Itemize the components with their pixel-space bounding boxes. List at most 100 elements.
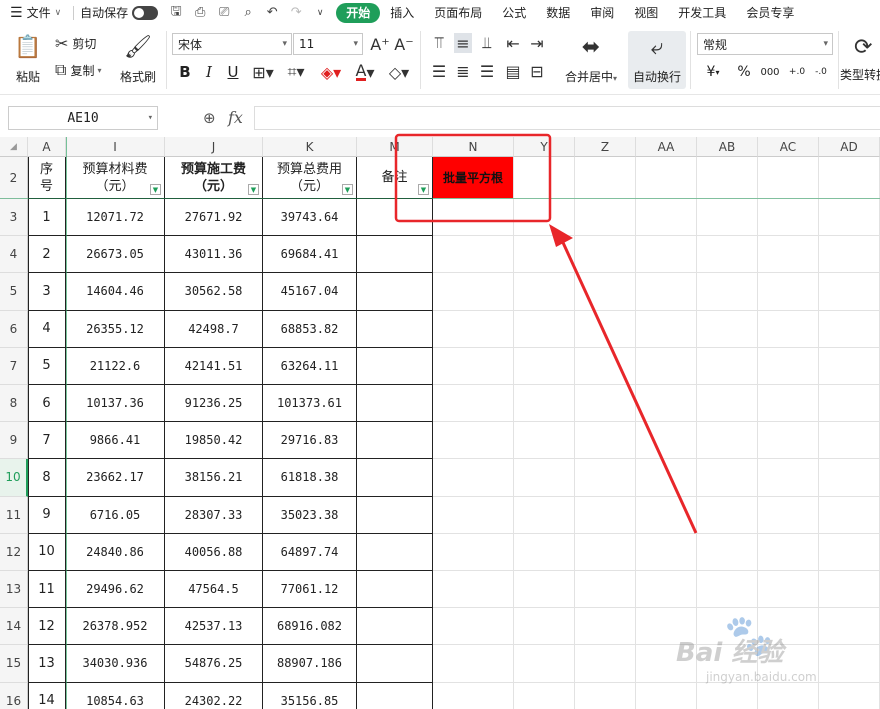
- grid-cell[interactable]: [697, 310, 758, 348]
- grid-cell[interactable]: [575, 682, 636, 709]
- table-cell[interactable]: 14: [28, 682, 66, 709]
- grid-cell[interactable]: [758, 571, 819, 609]
- grid-cell[interactable]: [636, 645, 697, 683]
- font-name-select[interactable]: 宋体 ▾: [172, 33, 292, 55]
- select-all-corner[interactable]: ◢: [0, 137, 28, 157]
- grid-cell[interactable]: [636, 199, 697, 237]
- border-icon[interactable]: ⊞▾: [250, 61, 276, 83]
- grid-cell[interactable]: [819, 422, 880, 460]
- column-header[interactable]: AC: [758, 137, 819, 157]
- grid-cell[interactable]: [758, 347, 819, 385]
- table-cell[interactable]: 88907.186: [263, 645, 357, 683]
- column-header[interactable]: J: [165, 137, 263, 157]
- grid-cell[interactable]: [636, 236, 697, 274]
- row-header[interactable]: 7: [0, 347, 28, 385]
- filter-dropdown-icon[interactable]: ▼: [248, 184, 259, 195]
- print-icon[interactable]: ⎚: [215, 5, 233, 21]
- undo-icon[interactable]: ↶: [263, 5, 281, 21]
- table-cell[interactable]: 9: [28, 496, 66, 534]
- table-cell[interactable]: 101373.61: [263, 385, 357, 423]
- grid-cell[interactable]: [758, 645, 819, 683]
- name-box[interactable]: AE10 ▾: [8, 106, 158, 130]
- note-cell[interactable]: [357, 533, 433, 571]
- column-header[interactable]: AA: [636, 137, 697, 157]
- increase-decimal-button[interactable]: +.0: [786, 61, 808, 83]
- type-convert-button[interactable]: ⟳ 类型转换: [840, 31, 880, 89]
- column-header[interactable]: I: [66, 137, 165, 157]
- row-header[interactable]: 13: [0, 571, 28, 609]
- tab-0[interactable]: 开始: [336, 2, 381, 23]
- tab-2[interactable]: 页面布局: [424, 3, 492, 23]
- grid-cell[interactable]: [697, 199, 758, 237]
- tab-4[interactable]: 数据: [536, 3, 580, 23]
- note-cell[interactable]: [357, 236, 433, 274]
- column-header[interactable]: K: [263, 137, 357, 157]
- align-top-icon[interactable]: ⫪: [430, 33, 448, 53]
- table-cell[interactable]: 91236.25: [165, 385, 263, 423]
- table-cell[interactable]: 14604.46: [66, 273, 165, 311]
- grid-cell[interactable]: [819, 459, 880, 497]
- grid-cell[interactable]: [433, 310, 514, 348]
- eraser-icon[interactable]: ◇▾: [386, 61, 412, 83]
- export-pdf-icon[interactable]: ⎙: [191, 5, 209, 21]
- row-header[interactable]: 3: [0, 199, 28, 237]
- row-header[interactable]: 2: [0, 157, 28, 199]
- tab-1[interactable]: 插入: [380, 3, 424, 23]
- grid-cell[interactable]: [636, 682, 697, 709]
- grid-cell[interactable]: [636, 533, 697, 571]
- grid-cell[interactable]: [697, 571, 758, 609]
- align-right-icon[interactable]: ☰: [478, 61, 496, 81]
- currency-button[interactable]: ¥ ▾: [700, 61, 726, 83]
- row-header[interactable]: 14: [0, 608, 28, 646]
- grid-cell[interactable]: [636, 157, 697, 199]
- autosave-toggle[interactable]: [132, 5, 159, 20]
- table-cell[interactable]: 68853.82: [263, 310, 357, 348]
- table-cell[interactable]: 61818.38: [263, 459, 357, 497]
- grid-cell[interactable]: [697, 682, 758, 709]
- grid-cell[interactable]: [575, 347, 636, 385]
- table-cell[interactable]: 77061.12: [263, 571, 357, 609]
- table-cell[interactable]: 29496.62: [66, 571, 165, 609]
- table-cell[interactable]: 24840.86: [66, 533, 165, 571]
- grid-cell[interactable]: [697, 496, 758, 534]
- grid-cell[interactable]: [514, 236, 575, 274]
- cut-button[interactable]: ✂ 剪切: [55, 33, 96, 53]
- grid-cell[interactable]: [514, 310, 575, 348]
- grid-cell[interactable]: [433, 236, 514, 274]
- row-header[interactable]: 12: [0, 533, 28, 571]
- table-cell[interactable]: 28307.33: [165, 496, 263, 534]
- align-bottom-icon[interactable]: ⫫: [478, 33, 496, 53]
- grid-cell[interactable]: [636, 496, 697, 534]
- grid-cell[interactable]: [758, 682, 819, 709]
- table-cell[interactable]: 7: [28, 422, 66, 460]
- column-header[interactable]: A: [28, 137, 66, 157]
- table-cell[interactable]: 9866.41: [66, 422, 165, 460]
- grid-cell[interactable]: [697, 459, 758, 497]
- tab-6[interactable]: 视图: [624, 3, 668, 23]
- align-middle-icon[interactable]: ≡: [454, 33, 472, 53]
- grid-cell[interactable]: [758, 157, 819, 199]
- table-cell[interactable]: 30562.58: [165, 273, 263, 311]
- table-cell[interactable]: 26378.952: [66, 608, 165, 646]
- decrease-font-icon[interactable]: A⁻: [394, 33, 414, 55]
- grid-cell[interactable]: [758, 199, 819, 237]
- grid-cell[interactable]: [575, 459, 636, 497]
- note-cell[interactable]: [357, 608, 433, 646]
- save-icon[interactable]: 🖫: [167, 4, 185, 21]
- table-cell[interactable]: 3: [28, 273, 66, 311]
- table-cell[interactable]: 23662.17: [66, 459, 165, 497]
- table-cell[interactable]: 40056.88: [165, 533, 263, 571]
- grid-cell[interactable]: [514, 533, 575, 571]
- grid-cell[interactable]: [697, 385, 758, 423]
- column-header[interactable]: AD: [819, 137, 880, 157]
- percent-button[interactable]: %: [734, 61, 754, 83]
- table-cell[interactable]: 13: [28, 645, 66, 683]
- increase-font-icon[interactable]: A⁺: [370, 33, 390, 55]
- grid-cell[interactable]: [697, 422, 758, 460]
- grid-cell[interactable]: [575, 199, 636, 237]
- table-cell[interactable]: 45167.04: [263, 273, 357, 311]
- grid-cell[interactable]: [697, 347, 758, 385]
- grid-cell[interactable]: [514, 645, 575, 683]
- table-cell[interactable]: 6716.05: [66, 496, 165, 534]
- column-header[interactable]: Y: [514, 137, 575, 157]
